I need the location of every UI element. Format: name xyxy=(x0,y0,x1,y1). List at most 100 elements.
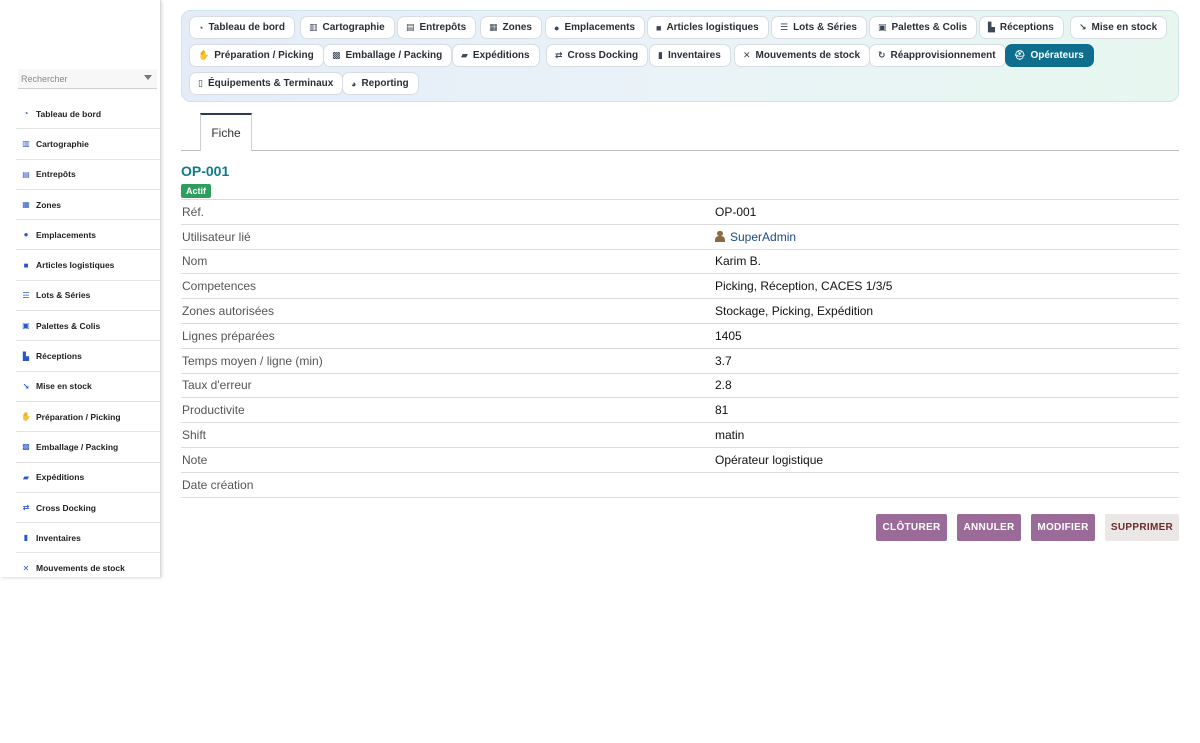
grid-icon: ▦ xyxy=(489,22,498,32)
pallet-icon: ▣ xyxy=(22,321,30,331)
dashboard-icon: ◔ xyxy=(198,22,204,33)
field-value: Opérateur logistique xyxy=(715,452,824,467)
chevron-down-icon[interactable] xyxy=(144,75,152,80)
shuffle-icon: ✕ xyxy=(22,563,30,573)
sidebar-item-mouvements-de-stock[interactable]: ✕ Mouvements de stock xyxy=(16,553,160,577)
module-label: Opérateurs xyxy=(1030,50,1084,61)
sidebar-item-label: Cartographie xyxy=(36,138,89,149)
sidebar: ◔ Tableau de bord ▥ Cartographie ▤ Entrepôt… xyxy=(0,0,161,577)
module-label: Emplacements xyxy=(564,22,636,33)
field-value: 3.7 xyxy=(715,353,732,368)
module-operateurs[interactable]: ⛑ Opérateurs xyxy=(1005,44,1094,67)
dashboard-icon: ◔ xyxy=(23,109,29,119)
field-label: Utilisateur lié xyxy=(182,229,251,244)
field-label: Zones autorisées xyxy=(182,304,275,319)
boxes-icon: ▩ xyxy=(22,442,30,452)
record-title: OP-001 xyxy=(181,163,230,179)
search-input[interactable] xyxy=(18,69,128,89)
field-value: 2.8 xyxy=(715,378,732,393)
module-label: Zones xyxy=(502,22,532,33)
field-row-nom: Nom Karim B. xyxy=(181,250,1179,275)
module-label: Cartographie xyxy=(322,22,385,33)
sidebar-item-articles-logistiques[interactable]: ■ Articles logistiques xyxy=(16,250,160,281)
module-emballage-packing[interactable]: ▩ Emballage / Packing xyxy=(323,44,453,67)
module-entrepots[interactable]: ▤ Entrepôts xyxy=(397,16,477,39)
field-label: Taux d'erreur xyxy=(182,378,252,393)
delete-button[interactable]: SUPPRIMER xyxy=(1105,514,1179,541)
sidebar-item-mise-en-stock[interactable]: ↘ Mise en stock xyxy=(16,372,160,402)
module-mouvements-de-stock[interactable]: ✕ Mouvements de stock xyxy=(734,44,871,67)
edit-button[interactable]: MODIFIER xyxy=(1031,514,1095,541)
linked-user-link[interactable]: SuperAdmin xyxy=(715,230,796,244)
field-row-zones: Zones autorisées Stockage, Picking, Expéd… xyxy=(181,299,1179,324)
sidebar-item-cross-docking[interactable]: ⇄ Cross Docking xyxy=(16,493,160,524)
module-label: Inventaires xyxy=(667,50,721,61)
warehouse-icon: ▤ xyxy=(406,22,415,32)
module-label: Articles logistiques xyxy=(666,22,759,33)
close-record-button[interactable]: CLÔTURER xyxy=(876,514,947,541)
sidebar-item-cartographie[interactable]: ▥ Cartographie xyxy=(16,129,160,160)
module-inventaires[interactable]: ▮ Inventaires xyxy=(649,44,731,67)
sidebar-item-label: Palettes & Colis xyxy=(36,320,101,331)
cancel-button[interactable]: ANNULER xyxy=(957,514,1021,541)
sidebar-search[interactable] xyxy=(18,69,157,89)
sidebar-item-inventaires[interactable]: ▮ Inventaires xyxy=(16,523,160,554)
field-row-lignes: Lignes préparées 1405 xyxy=(181,324,1179,349)
sidebar-item-receptions[interactable]: ▙ Réceptions xyxy=(16,341,160,372)
field-value: Picking, Réception, CACES 1/3/5 xyxy=(715,279,893,294)
map-icon: ▥ xyxy=(309,22,318,32)
field-row-utilisateur: Utilisateur lié SuperAdmin xyxy=(181,225,1179,250)
sidebar-menu: ◔ Tableau de bord ▥ Cartographie ▤ Entrepôt… xyxy=(16,99,160,577)
sidebar-item-palettes-colis[interactable]: ▣ Palettes & Colis xyxy=(16,311,160,342)
module-receptions[interactable]: ▙ Réceptions xyxy=(979,16,1064,39)
module-reporting[interactable]: ◕ Reporting xyxy=(342,72,419,95)
exchange-icon: ⇄ xyxy=(22,503,30,512)
list-icon: ☰ xyxy=(22,290,30,300)
module-lots-series[interactable]: ☰ Lots & Séries xyxy=(771,16,867,39)
sidebar-item-label: Mouvements de stock xyxy=(36,563,125,574)
sidebar-item-label: Entrepôts xyxy=(36,169,76,180)
tab-fiche[interactable]: Fiche xyxy=(200,113,252,151)
field-row-ref: Réf. OP-001 xyxy=(181,200,1179,225)
sidebar-item-expeditions[interactable]: ▰ Expéditions xyxy=(16,463,160,493)
module-cartographie[interactable]: ▥ Cartographie xyxy=(300,16,395,39)
clipboard-icon: ▮ xyxy=(658,50,663,60)
sidebar-item-label: Tableau de bord xyxy=(36,108,102,119)
sidebar-item-preparation-picking[interactable]: ✋ Préparation / Picking xyxy=(16,402,160,433)
sidebar-item-entrepots[interactable]: ▤ Entrepôts xyxy=(16,160,160,190)
module-preparation-picking[interactable]: ✋ Préparation / Picking xyxy=(189,44,324,67)
sidebar-item-tableau-de-bord[interactable]: ◔ Tableau de bord xyxy=(16,99,160,130)
module-expeditions[interactable]: ▰ Expéditions xyxy=(452,44,540,67)
module-emplacements[interactable]: ● Emplacements xyxy=(545,16,646,39)
module-palettes-colis[interactable]: ▣ Palettes & Colis xyxy=(869,16,978,39)
module-cross-docking[interactable]: ⇄ Cross Docking xyxy=(546,44,649,67)
record-tabs: Fiche xyxy=(181,113,1179,151)
sidebar-item-emballage-packing[interactable]: ▩ Emballage / Packing xyxy=(16,432,160,463)
hand-icon: ✋ xyxy=(198,50,210,60)
module-zones[interactable]: ▦ Zones xyxy=(480,16,542,39)
map-icon: ▥ xyxy=(22,139,30,149)
grid-icon: ▦ xyxy=(22,200,30,210)
module-reapprovisionnement[interactable]: ↻ Réapprovisionnement xyxy=(869,44,1006,67)
sidebar-item-zones[interactable]: ▦ Zones xyxy=(16,190,160,221)
module-articles-logistiques[interactable]: ■ Articles logistiques xyxy=(647,16,769,39)
sidebar-item-label: Réceptions xyxy=(36,351,82,362)
field-label: Shift xyxy=(182,428,207,443)
field-value: OP-001 xyxy=(715,204,757,219)
module-equipements-terminaux[interactable]: ▯ Équipements & Terminaux xyxy=(189,72,344,95)
pallet-icon: ▣ xyxy=(878,22,887,32)
sidebar-item-emplacements[interactable]: ● Emplacements xyxy=(16,220,160,251)
clipboard-icon: ▮ xyxy=(23,533,29,543)
dolly-icon: ↘ xyxy=(22,381,30,391)
field-label: Nom xyxy=(182,254,208,269)
field-value: matin xyxy=(715,428,745,443)
module-label: Lots & Séries xyxy=(793,22,857,33)
warehouse-icon: ▤ xyxy=(22,169,30,179)
refresh-icon: ↻ xyxy=(878,50,886,60)
sidebar-item-lots-series[interactable]: ☰ Lots & Séries xyxy=(16,281,160,312)
module-label: Réapprovisionnement xyxy=(890,50,996,61)
shuffle-icon: ✕ xyxy=(743,50,751,60)
module-mise-en-stock[interactable]: ↘ Mise en stock xyxy=(1070,16,1168,39)
module-tableau-de-bord[interactable]: ◔ Tableau de bord xyxy=(189,16,295,39)
pie-chart-icon: ◕ xyxy=(351,78,357,89)
